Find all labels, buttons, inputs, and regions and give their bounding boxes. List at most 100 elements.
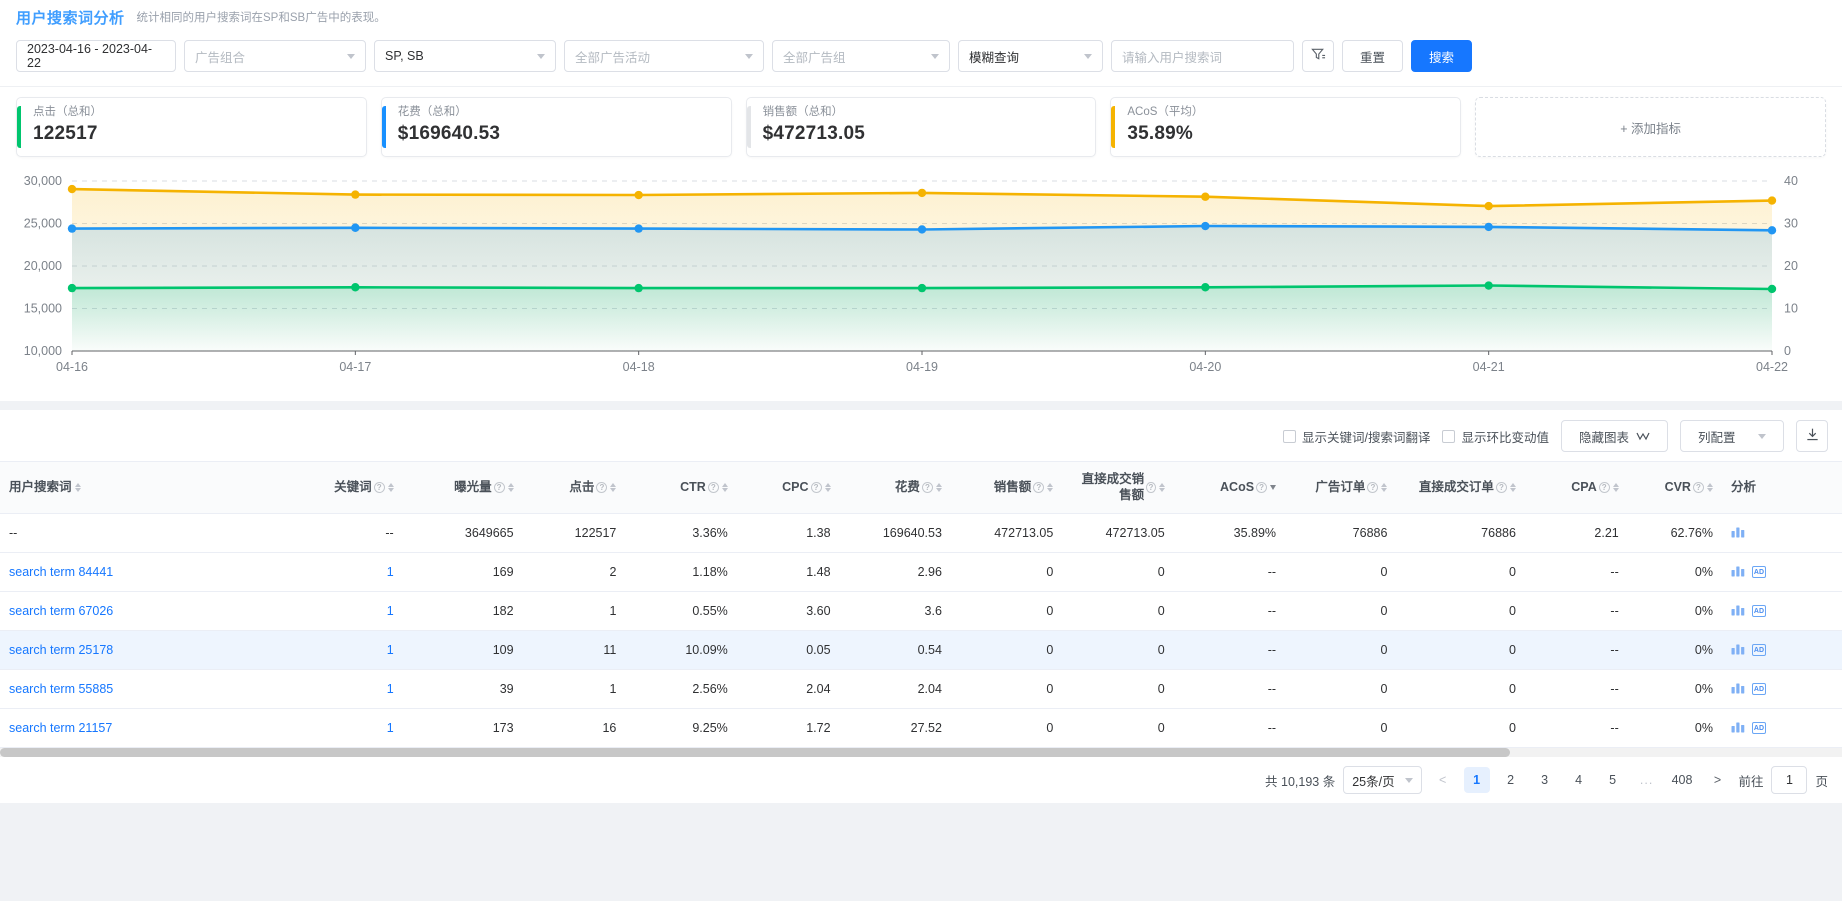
sort-icon[interactable] (935, 483, 942, 493)
sort-icon[interactable] (1706, 483, 1713, 493)
help-icon[interactable]: ? (596, 482, 608, 494)
column-header-1[interactable]: 关键词? (291, 460, 403, 515)
ad-icon[interactable]: AD (1751, 644, 1766, 657)
page-ellipsis[interactable]: ... (1634, 767, 1660, 793)
metric-card-spend[interactable]: 花费（总和） $169640.53 (380, 97, 732, 157)
page-button-1[interactable]: 1 (1463, 767, 1490, 794)
show-mom-checkbox[interactable]: 显示环比变动值 (1442, 427, 1549, 446)
help-icon[interactable]: ? (373, 482, 385, 494)
trend-chart[interactable]: 10,000 15,000 20,000 25,000 30,000 0 10 20 30 40 0… (10, 169, 1832, 391)
column-header-4[interactable]: CTR? (625, 460, 737, 515)
help-icon[interactable]: ? (1495, 482, 1507, 494)
search-term-input[interactable]: 请输入用户搜索词 (1111, 40, 1294, 72)
jump-page-input[interactable]: 1 (1771, 766, 1808, 795)
column-header-7[interactable]: 销售额? (950, 460, 1063, 515)
sort-icon[interactable] (74, 483, 81, 493)
page-button-2[interactable]: 2 (1498, 767, 1524, 793)
reset-button[interactable]: 重置 (1342, 40, 1404, 72)
chart-bar-icon[interactable] (1731, 681, 1745, 697)
table-row[interactable]: search term 21157 1 173 16 9.25% 1.72 27.52 0 0-… (0, 708, 1842, 749)
metric-card-clicks[interactable]: 点击（总和） 122517 (16, 97, 367, 157)
column-header-5[interactable]: CPC? (736, 460, 840, 515)
next-page-button[interactable]: > (1704, 767, 1730, 793)
table-row[interactable]: search term 67026 1 182 1 0.55% 3.60 3.6 0 0 -- 0 0… (0, 591, 1842, 632)
keyword-count-link[interactable]: 1 (387, 682, 394, 696)
search-term-link[interactable]: search term 67026 (9, 604, 113, 618)
column-header-8[interactable]: 直接成交销售额? (1062, 460, 1174, 515)
table-row[interactable]: search term 84441 1 169 2 1.18% 1.48 2.96 0 0 -- 0… (0, 552, 1842, 593)
metric-card-sales[interactable]: 销售额（总和） $472713.05 (745, 97, 1097, 157)
keyword-count-link[interactable]: 1 (387, 721, 394, 735)
add-metric-button[interactable]: + 添加指标 (1475, 97, 1826, 157)
chart-bar-icon[interactable] (1731, 642, 1745, 658)
help-icon[interactable]: ? (1367, 482, 1379, 494)
page-button-4[interactable]: 4 (1566, 767, 1592, 793)
page-button-5[interactable]: 5 (1600, 767, 1626, 793)
help-icon[interactable]: ? (810, 482, 822, 494)
table-row[interactable]: search term 55885 1 39 1 2.56% 2.04 2.04 0 0 -- 0 0… (0, 669, 1842, 710)
page-size-select[interactable]: 25条/页 (1343, 766, 1422, 795)
sort-icon[interactable] (1509, 483, 1516, 493)
scrollbar-thumb[interactable] (0, 748, 1511, 758)
keyword-count-link[interactable]: 1 (387, 565, 394, 579)
page-button-last[interactable]: 408 (1668, 767, 1697, 793)
show-translation-checkbox[interactable]: 显示关键词/搜索词翻译 (1282, 427, 1430, 446)
ad-icon[interactable]: AD (1751, 722, 1766, 735)
campaign-select[interactable]: 全部广告活动 (564, 40, 764, 72)
column-header-2[interactable]: 曝光量? (402, 460, 523, 515)
sort-icon[interactable] (1158, 483, 1165, 493)
help-icon[interactable]: ? (921, 482, 933, 494)
column-header-9[interactable]: ACoS? (1173, 460, 1286, 515)
column-header-13[interactable]: CVR? (1627, 460, 1722, 515)
help-icon[interactable]: ? (1692, 482, 1704, 494)
table-row[interactable]: search term 25178 1 109 11 10.09% 0.05 0.54 0 0-… (0, 630, 1842, 671)
sort-icon[interactable] (1381, 483, 1388, 493)
ad-icon[interactable]: AD (1751, 605, 1766, 618)
column-header-12[interactable]: CPA? (1524, 460, 1628, 515)
column-header-0[interactable]: 用户搜索词 (0, 460, 292, 515)
sort-icon[interactable] (610, 483, 617, 493)
help-icon[interactable]: ? (493, 482, 505, 494)
search-button[interactable]: 搜索 (1411, 40, 1473, 72)
ad-icon[interactable]: AD (1751, 683, 1766, 696)
sort-icon[interactable] (1612, 483, 1619, 493)
prev-page-button[interactable]: < (1430, 767, 1456, 793)
search-term-link[interactable]: search term 21157 (9, 721, 112, 735)
page-button-3[interactable]: 3 (1532, 767, 1558, 793)
hide-chart-button[interactable]: 隐藏图表 (1560, 420, 1668, 452)
adgroup-select[interactable]: 全部广告组 (772, 40, 950, 72)
chart-bar-icon[interactable] (1731, 525, 1745, 541)
help-icon[interactable]: ? (1146, 482, 1156, 494)
help-icon[interactable]: ? (1256, 482, 1268, 494)
column-config-button[interactable]: 列配置 (1680, 420, 1784, 452)
search-term-link[interactable]: search term 55885 (9, 682, 113, 696)
horizontal-scrollbar[interactable] (0, 748, 1842, 758)
match-type-select[interactable]: 模糊查询 (958, 40, 1103, 72)
table-summary-row[interactable]: -- -- 3649665 122517 3.36% 1.38 169640.53 47271… (0, 513, 1842, 554)
column-header-14[interactable]: 分析 (1721, 460, 1842, 515)
export-button[interactable] (1796, 420, 1828, 452)
sort-icon[interactable] (721, 483, 728, 493)
chart-bar-icon[interactable] (1731, 564, 1745, 580)
column-header-6[interactable]: 花费? (839, 460, 951, 515)
column-header-10[interactable]: 广告订单? (1285, 460, 1397, 515)
sort-icon[interactable] (387, 483, 394, 493)
sort-icon[interactable] (824, 483, 831, 493)
chart-bar-icon[interactable] (1731, 603, 1745, 619)
help-icon[interactable]: ? (707, 482, 719, 494)
sort-icon[interactable] (1047, 483, 1054, 493)
keyword-count-link[interactable]: 1 (387, 604, 394, 618)
column-header-11[interactable]: 直接成交订单? (1396, 460, 1525, 515)
help-icon[interactable]: ? (1033, 482, 1045, 494)
date-range-picker[interactable]: 2023-04-16 - 2023-04-22 (16, 40, 176, 72)
search-term-link[interactable]: search term 84441 (9, 565, 113, 579)
chart-bar-icon[interactable] (1731, 720, 1745, 736)
ad-icon[interactable]: AD (1751, 566, 1766, 579)
help-icon[interactable]: ? (1598, 482, 1610, 494)
portfolio-select[interactable]: 广告组合 (184, 40, 366, 72)
advanced-filter-button[interactable] (1302, 40, 1334, 72)
keyword-count-link[interactable]: 1 (387, 643, 394, 657)
ad-type-select[interactable]: SP, SB (374, 40, 556, 72)
metric-card-acos[interactable]: ACoS（平均） 35.89% (1110, 97, 1462, 157)
sort-icon-desc[interactable] (1270, 485, 1277, 491)
